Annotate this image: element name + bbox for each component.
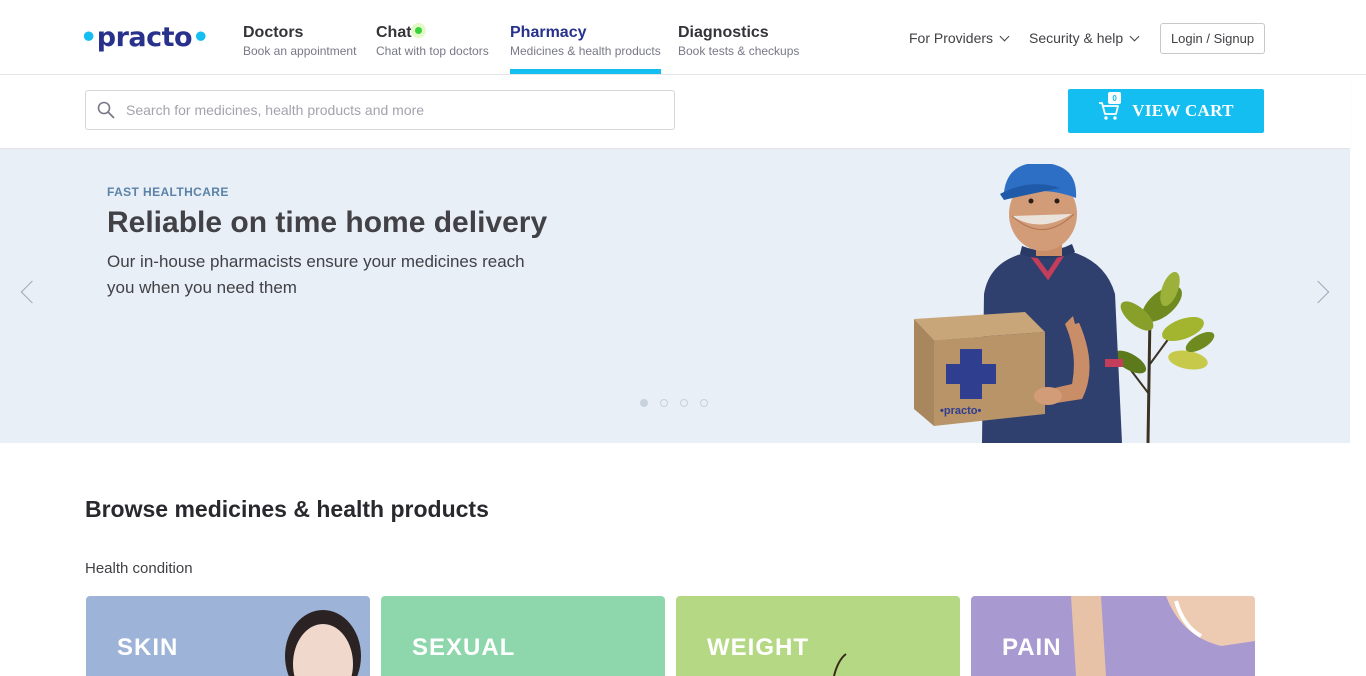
carousel-dot[interactable]	[640, 399, 648, 407]
nav-pharmacy[interactable]: Pharmacy Medicines & health products	[510, 24, 661, 74]
nav-doctors-subtitle: Book an appointment	[243, 44, 357, 58]
view-cart-label: VIEW CART	[1132, 101, 1234, 120]
category-label: PAIN	[1002, 634, 1062, 661]
weight-image	[833, 653, 847, 676]
category-card-sexual[interactable]: SEXUAL	[381, 596, 665, 676]
carousel-dot[interactable]	[680, 399, 688, 407]
banner-subtitle: Our in-house pharmacists ensure your med…	[107, 252, 525, 297]
security-help-menu[interactable]: Security & help	[1029, 30, 1140, 46]
search-icon	[97, 101, 115, 119]
top-header: •practo• Doctors Book an appointment Cha…	[0, 0, 1366, 75]
nav-diagnostics-subtitle: Book tests & checkups	[678, 44, 800, 58]
nav-doctors[interactable]: Doctors Book an appointment	[243, 24, 356, 58]
category-card-pain[interactable]: PAIN	[971, 596, 1255, 676]
nav-diagnostics[interactable]: Diagnostics Book tests & checkups	[678, 24, 799, 58]
carousel-dot[interactable]	[700, 399, 708, 407]
carousel-prev-arrow-icon[interactable]	[20, 280, 44, 304]
banner-title: Reliable on time home delivery	[107, 206, 548, 239]
delivery-person-illustration: •practo•	[914, 164, 1215, 443]
skin-model-image	[285, 610, 361, 676]
health-condition-label: Health condition	[85, 560, 193, 577]
category-label: SEXUAL	[412, 634, 516, 661]
practo-logo[interactable]: •practo•	[80, 22, 209, 53]
plant-icon	[1113, 271, 1215, 443]
medicine-box-icon: •practo•	[914, 312, 1045, 426]
banner-eyebrow: FAST HEALTHCARE	[107, 185, 229, 199]
login-signup-button[interactable]: Login / Signup	[1160, 23, 1265, 54]
for-providers-menu[interactable]: For Providers	[909, 30, 1010, 46]
carousel-next-arrow-icon[interactable]	[1306, 280, 1330, 304]
category-card-weight[interactable]: WEIGHT	[676, 596, 960, 676]
pain-model-image	[1071, 596, 1255, 676]
carousel-dot[interactable]	[660, 399, 668, 407]
nav-pharmacy-title: Pharmacy	[510, 24, 587, 41]
promo-banner-carousel: FAST HEALTHCARE Reliable on time home de…	[0, 149, 1350, 443]
category-card-skin[interactable]: SKIN	[86, 596, 370, 676]
nav-doctors-title: Doctors	[243, 24, 304, 41]
nav-pharmacy-subtitle: Medicines & health products	[510, 44, 661, 58]
carousel-dots	[640, 399, 708, 407]
nav-diagnostics-title: Diagnostics	[678, 24, 769, 41]
search-box	[85, 90, 675, 130]
nav-chat-title: Chat	[376, 24, 412, 41]
cart-icon: 0	[1098, 92, 1122, 121]
online-dot-icon	[414, 27, 422, 35]
chevron-down-icon	[1129, 31, 1140, 42]
category-label: SKIN	[117, 634, 179, 661]
view-cart-button[interactable]: 0 VIEW CART	[1068, 89, 1264, 133]
nav-chat[interactable]: Chat Chat with top doctors	[376, 24, 489, 58]
cart-count-badge: 0	[1108, 92, 1122, 104]
chevron-down-icon	[999, 31, 1010, 42]
search-input[interactable]	[126, 92, 666, 128]
pharmacy-search-bar: 0 VIEW CART	[0, 75, 1350, 149]
category-label: WEIGHT	[707, 634, 809, 661]
nav-chat-subtitle: Chat with top doctors	[376, 44, 489, 58]
browse-section-title: Browse medicines & health products	[85, 496, 489, 522]
svg-text:•practo•: •practo•	[940, 405, 981, 417]
